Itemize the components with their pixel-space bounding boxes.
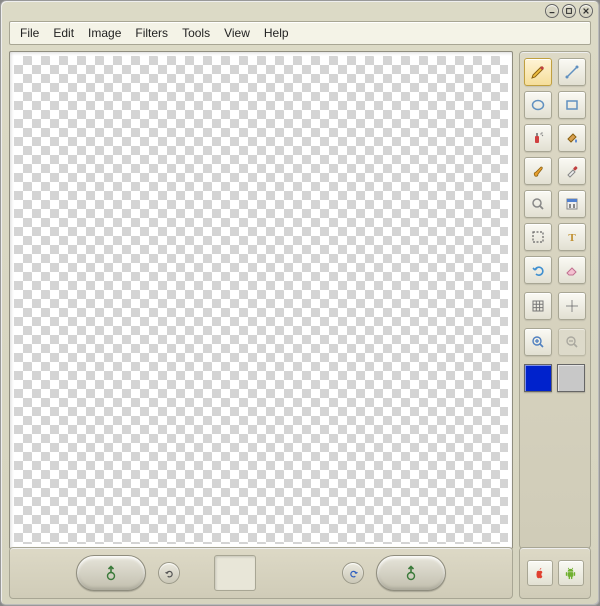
redo-small-icon [348, 568, 359, 579]
bottom-main [9, 547, 513, 599]
minimize-button[interactable] [545, 4, 559, 18]
apple-icon [532, 566, 547, 581]
color-swatches [524, 364, 586, 392]
spray-tool[interactable] [524, 124, 552, 152]
tool-panel: T [519, 51, 591, 549]
crosshair-icon [564, 298, 580, 314]
text-icon: T [564, 229, 580, 245]
eyedropper-tool[interactable] [558, 157, 586, 185]
magnifier-icon [530, 196, 546, 212]
tool-grid: T [524, 58, 586, 284]
background-color[interactable] [557, 364, 585, 392]
undo-icon [530, 262, 546, 278]
undo-tool[interactable] [524, 256, 552, 284]
pencil-tool[interactable] [524, 58, 552, 86]
android-icon [563, 566, 578, 581]
foreground-color[interactable] [524, 364, 552, 392]
svg-text:T: T [568, 232, 576, 244]
rectangle-icon [564, 97, 580, 113]
undo-button[interactable] [158, 562, 180, 584]
up-arrow-icon [102, 564, 120, 582]
line-icon [564, 64, 580, 80]
sliders-icon [564, 196, 580, 212]
zoom-tool[interactable] [524, 190, 552, 218]
ellipse-icon [530, 97, 546, 113]
platform-pad [519, 547, 591, 599]
ellipse-tool[interactable] [524, 91, 552, 119]
pencil-icon [530, 64, 546, 80]
color-adjust-tool[interactable] [558, 190, 586, 218]
text-tool[interactable]: T [558, 223, 586, 251]
brush-icon [530, 163, 546, 179]
eraser-tool[interactable] [558, 256, 586, 284]
eyedropper-icon [564, 163, 580, 179]
eraser-icon [564, 262, 580, 278]
grid-icon [530, 298, 546, 314]
select-tool[interactable] [524, 223, 552, 251]
close-icon [582, 7, 590, 15]
bottom-bar [9, 547, 591, 599]
minimize-icon [548, 7, 556, 15]
menu-edit[interactable]: Edit [47, 25, 80, 41]
rectangle-tool[interactable] [558, 91, 586, 119]
close-button[interactable] [579, 4, 593, 18]
menu-tools[interactable]: Tools [176, 25, 216, 41]
canvas-frame [9, 51, 513, 549]
menu-image[interactable]: Image [82, 25, 127, 41]
zoom-in-button[interactable] [524, 328, 552, 356]
crosshair-toggle[interactable] [558, 292, 586, 320]
menu-file[interactable]: File [14, 25, 45, 41]
undo-small-icon [164, 568, 175, 579]
up-arrow-icon [402, 564, 420, 582]
brush-tool[interactable] [524, 157, 552, 185]
fill-tool[interactable] [558, 124, 586, 152]
grid-toggle[interactable] [524, 292, 552, 320]
zoom-out-icon [564, 334, 580, 350]
line-tool[interactable] [558, 58, 586, 86]
menubar: File Edit Image Filters Tools View Help [9, 21, 591, 45]
maximize-button[interactable] [562, 4, 576, 18]
menu-view[interactable]: View [218, 25, 256, 41]
redo-button[interactable] [342, 562, 364, 584]
fill-icon [564, 130, 580, 146]
zoom-out-button[interactable] [558, 328, 586, 356]
spray-icon [530, 130, 546, 146]
canvas[interactable] [14, 56, 508, 544]
apple-button[interactable] [527, 560, 553, 586]
menu-help[interactable]: Help [258, 25, 295, 41]
prev-button[interactable] [76, 555, 146, 591]
zoom-in-icon [530, 334, 546, 350]
android-button[interactable] [558, 560, 584, 586]
maximize-icon [565, 7, 573, 15]
preview-slot [214, 555, 256, 591]
menu-filters[interactable]: Filters [129, 25, 174, 41]
zoom-grid [524, 328, 586, 356]
next-button[interactable] [376, 555, 446, 591]
app-window: File Edit Image Filters Tools View Help [0, 0, 600, 606]
view-tool-grid [524, 292, 586, 320]
titlebar [1, 1, 599, 19]
select-icon [530, 229, 546, 245]
